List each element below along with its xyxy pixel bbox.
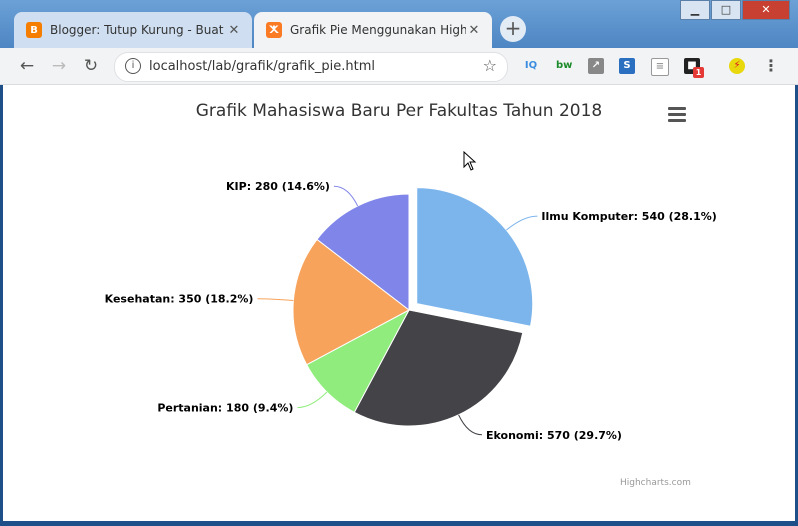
credits-link[interactable]: Highcharts.com bbox=[620, 478, 691, 488]
yellow-extension-icon[interactable]: ⚡ bbox=[729, 58, 745, 74]
tab-grafik-pie[interactable]: ⵅ Grafik Pie Menggunakan Highcharts ✕ bbox=[254, 12, 492, 48]
blogger-icon: B bbox=[26, 22, 42, 38]
close-window-button[interactable]: ✕ bbox=[742, 0, 790, 20]
chart-extension-icon[interactable]: ↗ bbox=[588, 58, 604, 74]
page-extension-icon[interactable]: ≡ bbox=[651, 58, 669, 76]
maximize-button[interactable]: □ bbox=[711, 0, 741, 20]
tab-blogger[interactable]: B Blogger: Tutup Kurung - Buat entri ✕ bbox=[14, 12, 252, 48]
info-icon[interactable]: i bbox=[125, 58, 141, 74]
browser-window: B Blogger: Tutup Kurung - Buat entri ✕ ⵅ… bbox=[0, 0, 798, 526]
connector-kesehatan bbox=[257, 298, 294, 302]
bookmark-star-icon[interactable]: ☆ bbox=[483, 56, 497, 75]
pie-slice-ilmu-komputer[interactable] bbox=[416, 187, 534, 327]
forward-icon[interactable]: → bbox=[48, 56, 70, 76]
mouse-cursor-icon bbox=[463, 151, 477, 171]
data-label-ekonomi: Ekonomi: 570 (29.7%) bbox=[486, 429, 622, 442]
iq-extension-icon[interactable]: IQ bbox=[523, 58, 539, 74]
menu-dots-icon[interactable]: ⋮ bbox=[763, 58, 779, 74]
tab-title: Grafik Pie Menggunakan Highcharts bbox=[290, 23, 466, 37]
tab-title: Blogger: Tutup Kurung - Buat entri bbox=[50, 23, 226, 37]
url-text: localhost/lab/grafik/grafik_pie.html bbox=[149, 59, 375, 74]
close-tab-icon[interactable]: ✕ bbox=[466, 23, 482, 38]
page-content: Grafik Mahasiswa Baru Per Fakultas Tahun… bbox=[3, 85, 795, 521]
back-icon[interactable]: ← bbox=[16, 56, 38, 76]
data-label-pertanian: Pertanian: 180 (9.4%) bbox=[157, 402, 293, 415]
reload-icon[interactable]: ↻ bbox=[80, 56, 102, 76]
minimize-button[interactable]: ▁ bbox=[680, 0, 710, 20]
chart-title: Grafik Mahasiswa Baru Per Fakultas Tahun… bbox=[196, 101, 603, 121]
bw-extension-icon[interactable]: bw bbox=[556, 58, 572, 74]
data-label-kesehatan: Kesehatan: 350 (18.2%) bbox=[105, 293, 254, 306]
data-label-ilmu-komputer: Ilmu Komputer: 540 (28.1%) bbox=[541, 210, 716, 223]
pie-chart: Grafik Mahasiswa Baru Per Fakultas Tahun… bbox=[105, 101, 717, 442]
context-menu-icon[interactable] bbox=[668, 107, 686, 125]
address-bar[interactable]: i localhost/lab/grafik/grafik_pie.html ☆ bbox=[114, 52, 508, 82]
new-tab-button[interactable]: + bbox=[500, 16, 526, 42]
title-bar: B Blogger: Tutup Kurung - Buat entri ✕ ⵅ… bbox=[0, 0, 798, 48]
xampp-icon: ⵅ bbox=[266, 22, 282, 38]
extension-badge: 1 bbox=[693, 67, 704, 78]
connector-ekonomi bbox=[458, 414, 483, 436]
close-tab-icon[interactable]: ✕ bbox=[226, 23, 242, 38]
data-label-kip: KIP: 280 (14.6%) bbox=[226, 180, 330, 193]
s-extension-icon[interactable]: S bbox=[619, 58, 635, 74]
connector-pertanian bbox=[297, 391, 328, 409]
connector-ilmu-komputer bbox=[506, 215, 538, 231]
browser-toolbar: ← → ↻ i localhost/lab/grafik/grafik_pie.… bbox=[0, 48, 798, 85]
connector-kip bbox=[333, 185, 359, 207]
